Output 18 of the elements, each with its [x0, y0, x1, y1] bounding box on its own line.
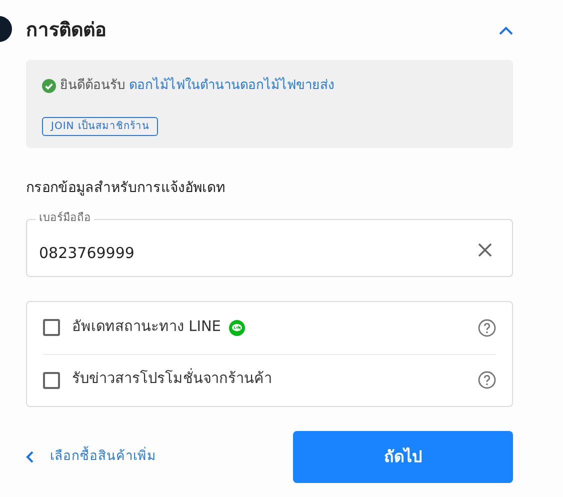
continue-shopping-link[interactable]: เลือกซื้อสินค้าเพิ่ม	[26, 446, 156, 466]
chat-bubble-icon	[228, 320, 245, 336]
back-chevron-icon	[26, 450, 34, 462]
clear-icon[interactable]	[477, 242, 493, 258]
checkbox[interactable]	[43, 319, 60, 336]
join-button[interactable]: JOIN เป็นสมาชิกร้าน	[42, 116, 158, 136]
collapse-chevron-icon[interactable]	[499, 26, 513, 34]
section-title: การติดต่อ	[26, 18, 106, 42]
checkbox[interactable]	[43, 372, 60, 388]
shop-link[interactable]: ดอกไม้ไฟในตำนานดอกไม้ไฟขายส่ง	[129, 78, 334, 93]
option-label: อัพเดทสถานะทาง LINE	[72, 318, 221, 337]
form-heading: กรอกข้อมูลสำหรับการแจ้งอัพเดท	[26, 178, 226, 198]
check-circle-icon	[42, 78, 56, 93]
option-label: รับข่าวสารโปรโมชั่นจากร้านค้า	[72, 369, 272, 391]
help-icon[interactable]	[478, 371, 496, 389]
next-button[interactable]: ถัดไป	[293, 430, 513, 482]
help-icon[interactable]	[478, 318, 496, 336]
welcome-text: ยินดีต้อนรับ	[60, 78, 125, 93]
